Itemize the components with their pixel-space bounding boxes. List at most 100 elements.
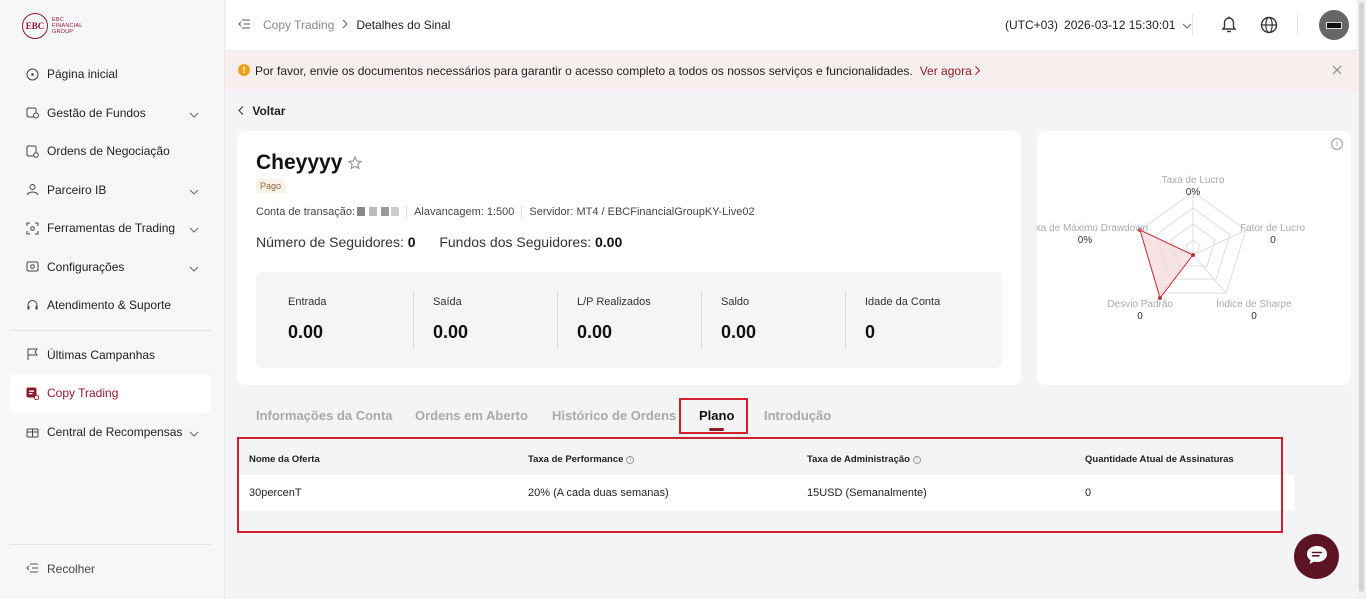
- sidebar-item-label: Gestão de Fundos: [47, 105, 146, 120]
- radar-axis-label: Taxa de Máximo Drawdown: [1037, 223, 1148, 234]
- sidebar-item-label: Central de Recompensas: [47, 424, 183, 439]
- topbar-divider: [1192, 14, 1193, 36]
- close-icon[interactable]: [1332, 62, 1342, 78]
- headset-icon: [25, 298, 39, 312]
- avatar[interactable]: [1319, 10, 1349, 40]
- chat-support-button[interactable]: [1294, 534, 1339, 579]
- divider: [406, 205, 408, 218]
- radar-axis-label: Desvio Padrão: [1107, 299, 1173, 310]
- notice-message: Por favor, envie os documentos necessári…: [255, 64, 981, 78]
- funds-value: 0.00: [595, 234, 623, 250]
- sidebar-item-copy-trading[interactable]: Copy Trading: [10, 374, 211, 413]
- menu-fold-icon[interactable]: [238, 18, 251, 32]
- gift-icon: [25, 425, 39, 439]
- sidebar-item-label: Atendimento & Suporte: [47, 298, 172, 313]
- radar-axis-label: Fator de Lucro: [1240, 223, 1305, 234]
- collapse-sidebar-button[interactable]: Recolher: [10, 544, 211, 576]
- account-label: Conta de transação:: [256, 205, 356, 218]
- sidebar-item-campaigns[interactable]: Últimas Campanhas: [10, 336, 211, 375]
- star-icon[interactable]: [347, 155, 363, 174]
- stat-realized-pl: L/P Realizados 0.00: [557, 291, 651, 349]
- sidebar-item-orders[interactable]: Ordens de Negociação: [10, 132, 211, 171]
- sidebar-item-label: Ordens de Negociação: [47, 144, 170, 159]
- bell-icon[interactable]: [1220, 15, 1238, 37]
- sidebar-item-funds[interactable]: Gestão de Fundos: [10, 94, 211, 133]
- tools-icon: [25, 221, 39, 235]
- info-icon[interactable]: i: [1331, 138, 1343, 150]
- notice-text: Por favor, envie os documentos necessári…: [255, 64, 913, 78]
- sidebar-item-home[interactable]: Página inicial: [10, 55, 211, 94]
- logo-text: EBC FINANCIAL GROUP: [52, 17, 83, 35]
- settings-icon: [25, 260, 39, 274]
- sidebar-item-rewards[interactable]: Central de Recompensas: [10, 413, 211, 452]
- stat-label: Saída: [433, 296, 462, 308]
- stat-entrada: Entrada 0.00: [288, 291, 327, 349]
- radar-spoke: [1192, 229, 1247, 256]
- chevron-right-icon: [342, 18, 349, 32]
- sidebar-item-trading-tools[interactable]: Ferramentas de Trading: [10, 209, 211, 248]
- stat-value: 0.00: [721, 322, 757, 342]
- notice-banner: ! Por favor, envie os documentos necessá…: [226, 51, 1357, 90]
- breadcrumb: Copy Trading Detalhes do Sinal: [238, 18, 450, 32]
- chevron-down-icon: [189, 107, 199, 121]
- breadcrumb-parent[interactable]: Copy Trading: [263, 18, 334, 32]
- chevron-down-icon: [189, 261, 199, 275]
- followers-row: Número de Seguidores: 0 Fundos dos Segui…: [256, 234, 622, 250]
- topbar-divider: [1297, 14, 1298, 36]
- scrollbar-thumb[interactable]: [1359, 2, 1364, 592]
- signal-name: Cheyyyy: [256, 151, 343, 174]
- radar-axis-value: 0: [1270, 235, 1276, 246]
- stat-label: Idade da Conta: [865, 296, 941, 308]
- radar-chart: Taxa de Lucro 0% Fator de Lucro 0 Índice…: [1037, 175, 1305, 322]
- radar-chart-card: Taxa de Lucro 0% Fator de Lucro 0 Índice…: [1037, 131, 1351, 385]
- funds-label: Fundos dos Seguidores:: [439, 234, 592, 250]
- tab-open-orders[interactable]: Ordens em Aberto: [415, 408, 528, 423]
- tab-introduction[interactable]: Introdução: [764, 408, 831, 423]
- stat-label: Saldo: [721, 296, 750, 308]
- highlight-box-tab: [679, 398, 748, 434]
- wallet-icon: [25, 106, 39, 120]
- radar-axis-value: 0: [1137, 311, 1143, 322]
- flag-icon: [25, 348, 39, 362]
- back-label: Voltar: [252, 104, 286, 118]
- back-button[interactable]: Voltar: [238, 104, 285, 118]
- chevron-down-icon: [189, 184, 199, 198]
- notice-link-label: Ver agora: [919, 64, 972, 78]
- globe-icon[interactable]: [1260, 16, 1278, 37]
- radar-axis-label: Taxa de Lucro: [1162, 175, 1225, 186]
- sidebar-item-label: Ferramentas de Trading: [47, 221, 176, 236]
- notice-link[interactable]: Ver agora: [919, 64, 981, 78]
- sidebar-nav: Página inicial Gestão de Fundos Ordens d…: [10, 55, 211, 451]
- radar-point: [1191, 253, 1195, 257]
- status-badge: Pago: [256, 179, 286, 193]
- sidebar-item-settings[interactable]: Configurações: [10, 248, 211, 287]
- stat-value: 0.00: [433, 322, 469, 342]
- radar-spoke: [1192, 254, 1227, 294]
- timezone-selector[interactable]: (UTC+03) 2026-03-12 15:30:01: [1005, 18, 1192, 32]
- leverage: Alavancagem: 1:500: [414, 205, 515, 218]
- collapse-icon: [26, 562, 39, 576]
- topbar: Copy Trading Detalhes do Sinal (UTC+03) …: [226, 0, 1366, 51]
- radar-axis-value: 0%: [1078, 235, 1093, 246]
- followers-value: 0: [407, 234, 416, 250]
- sidebar-item-ib-partner[interactable]: Parceiro IB: [10, 171, 211, 210]
- stat-value: 0.00: [577, 322, 613, 342]
- sidebar-item-label: Parceiro IB: [47, 182, 107, 197]
- account-info-row: Conta de transação: Alavancagem: 1:500 S…: [256, 205, 755, 218]
- tab-account-info[interactable]: Informações da Conta: [256, 408, 393, 423]
- masked-account-number: [357, 207, 400, 216]
- radar-axis-value: 0: [1251, 311, 1257, 322]
- home-icon: [25, 67, 39, 81]
- highlight-box-table: [237, 437, 1283, 533]
- stat-label: Entrada: [288, 296, 327, 308]
- stat-saldo: Saldo 0.00: [701, 291, 756, 349]
- radar-axis-label: Índice de Sharpe: [1216, 297, 1292, 310]
- user-icon: [25, 183, 39, 197]
- radar-series-area: [1139, 229, 1194, 300]
- sidebar-item-support[interactable]: Atendimento & Suporte: [10, 286, 211, 325]
- warning-icon: !: [238, 64, 250, 76]
- tab-order-history[interactable]: Histórico de Ordens: [552, 408, 676, 423]
- logo[interactable]: EBC EBC FINANCIAL GROUP: [22, 13, 92, 39]
- stat-label: L/P Realizados: [577, 296, 651, 308]
- sidebar-item-label: Copy Trading: [47, 386, 119, 401]
